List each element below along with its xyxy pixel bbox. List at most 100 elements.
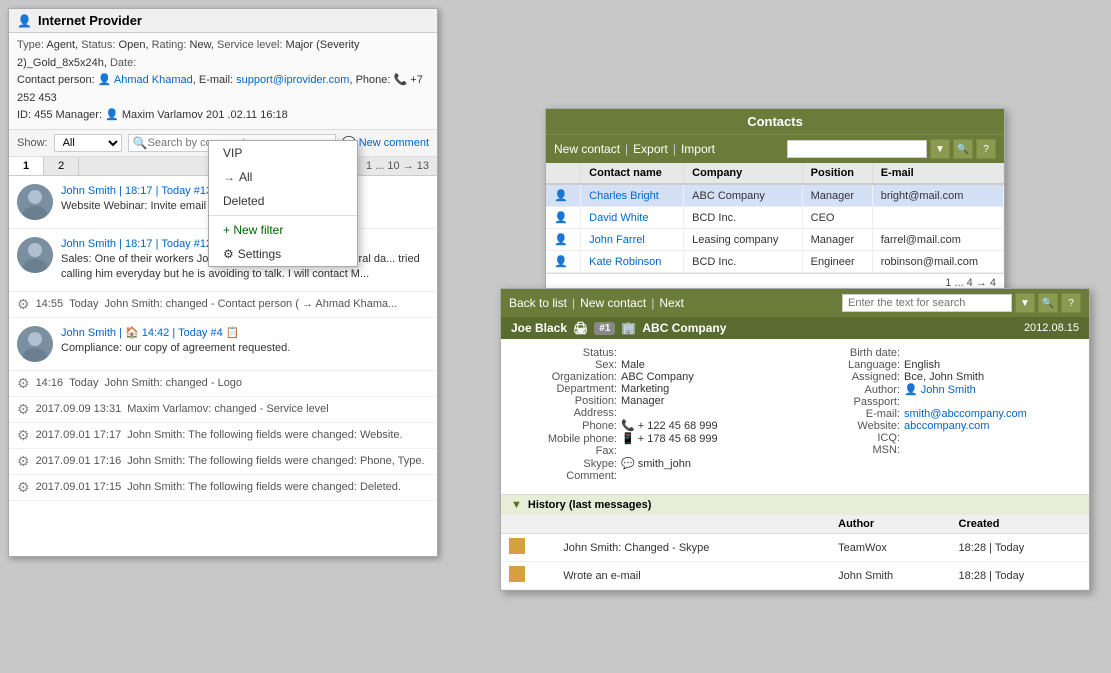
pos-value: Manager — [621, 395, 664, 407]
author-link[interactable]: John Smith — [921, 384, 976, 396]
search-icon-btn[interactable]: 🔍 — [1038, 293, 1058, 313]
dropdown-item-all[interactable]: All — [209, 165, 357, 189]
new-filter-item[interactable]: + New filter — [209, 218, 357, 242]
export-link[interactable]: Export — [633, 142, 668, 156]
history-expand-icon[interactable]: ▼ — [511, 499, 522, 511]
contacts-toolbar: New contact | Export | Import ▼ 🔍 ? — [546, 134, 1004, 163]
email-link[interactable]: support@iprovider.com — [236, 74, 349, 86]
show-select[interactable]: All VIP Deleted — [54, 134, 122, 152]
comment-item: John Smith | 🏠 14:42 | Today #4 📋 Compli… — [9, 318, 437, 371]
dept-value: Marketing — [621, 383, 669, 395]
manager-label: Manager: — [56, 109, 102, 121]
detail-search-input[interactable] — [842, 294, 1012, 312]
contact-name-cell[interactable]: John Farrel — [581, 229, 684, 251]
table-row[interactable]: 👤 John Farrel Leasing company Manager fa… — [546, 229, 1004, 251]
detail-right-col: Birth date: Language: English Assigned: … — [800, 347, 1073, 482]
person-icon: 👤 — [554, 234, 568, 246]
contact-name-link[interactable]: David White — [589, 212, 648, 224]
comment-text: Compliance: our copy of agreement reques… — [61, 341, 429, 356]
company-cell: BCD Inc. — [684, 251, 802, 273]
contacts-search-input[interactable] — [787, 140, 927, 158]
system-event-text: 2017.09.09 13:31 — [36, 403, 122, 415]
system-event-detail: John Smith: changed - Contact person ( →… — [104, 298, 397, 310]
detail-row-website: Website: abccompany.com — [800, 420, 1073, 432]
search-icon-btn[interactable]: 🔍 — [953, 139, 973, 159]
import-link[interactable]: Import — [681, 142, 715, 156]
detail-row-msn: MSN: — [800, 444, 1073, 456]
table-row[interactable]: 👤 Kate Robinson BCD Inc. Engineer robins… — [546, 251, 1004, 273]
detail-row-pos: Position: Manager — [517, 395, 790, 407]
col-icon[interactable] — [546, 163, 581, 184]
contact-name-link[interactable]: Charles Bright — [589, 190, 659, 202]
col-company[interactable]: Company — [684, 163, 802, 184]
detail-toolbar: Back to list | New contact | Next ▼ 🔍 ? — [501, 289, 1089, 317]
contact-detail-window: Back to list | New contact | Next ▼ 🔍 ? … — [500, 288, 1090, 591]
contact-name-cell[interactable]: Charles Bright — [581, 184, 684, 207]
system-event-detail: John Smith: The following fields were ch… — [127, 481, 401, 493]
row-icon: 👤 — [546, 229, 581, 251]
help-icon-btn[interactable]: ? — [976, 139, 996, 159]
back-to-list-link[interactable]: Back to list — [509, 296, 567, 310]
contact-name-cell[interactable]: David White — [581, 207, 684, 229]
filter-icon-btn[interactable]: ▼ — [930, 139, 950, 159]
detail-row-fax: Fax: — [517, 445, 790, 457]
tab-1[interactable]: 1 — [9, 157, 44, 175]
contact-name-link[interactable]: John Farrel — [589, 234, 645, 246]
website-link[interactable]: abccompany.com — [904, 420, 989, 432]
next-link[interactable]: Next — [659, 296, 684, 310]
comment-author[interactable]: John Smith — [61, 185, 116, 197]
skype-value: 💬 smith_john — [621, 457, 691, 470]
contact-name-link[interactable]: Kate Robinson — [589, 256, 661, 268]
detail-row-phone: Phone: 📞 + 122 45 68 999 — [517, 419, 790, 432]
table-row[interactable]: 👤 David White BCD Inc. CEO — [546, 207, 1004, 229]
comment-day: Today — [161, 238, 190, 250]
assigned-label: Assigned: — [800, 371, 900, 383]
comment-author[interactable]: John Smith — [61, 327, 116, 339]
table-row[interactable]: 👤 Charles Bright ABC Company Manager bri… — [546, 184, 1004, 207]
sex-label: Sex: — [517, 359, 617, 371]
row-icon: 👤 — [546, 207, 581, 229]
detail-date: 2012.08.15 — [1024, 322, 1079, 334]
ticket-date: 201 .02.11 16:18 — [206, 109, 288, 121]
system-event: ⚙ 2017.09.09 13:31 Maxim Varlamov: chang… — [9, 397, 437, 423]
comment-author[interactable]: John Smith — [61, 238, 116, 250]
detail-body: Status: Sex: Male Organization: ABC Comp… — [501, 339, 1089, 490]
contact-person-link[interactable]: Ahmad Khamad — [114, 74, 193, 86]
system-event: ⚙ 2017.09.01 17:15 John Smith: The follo… — [9, 475, 437, 501]
history-title: History (last messages) — [528, 499, 652, 511]
filter-icon-btn[interactable]: ▼ — [1015, 293, 1035, 313]
system-event-text: 2017.09.01 17:15 — [36, 481, 122, 493]
col-contact-name[interactable]: Contact name — [581, 163, 684, 184]
history-row[interactable]: Wrote an e-mail John Smith 18:28 | Today — [501, 562, 1089, 590]
new-contact-link[interactable]: New contact — [580, 296, 646, 310]
new-contact-link[interactable]: New contact — [554, 142, 620, 156]
hist-author-cell: TeamWox — [830, 534, 950, 562]
row-icon: 👤 — [546, 251, 581, 273]
company-cell: Leasing company — [684, 229, 802, 251]
history-row[interactable]: John Smith: Changed - Skype TeamWox 18:2… — [501, 534, 1089, 562]
dropdown-item-deleted[interactable]: Deleted — [209, 189, 357, 213]
hist-col-icon — [501, 515, 555, 534]
dropdown-item-vip[interactable]: VIP — [209, 141, 357, 165]
avatar — [17, 184, 53, 220]
detail-row-birthdate: Birth date: — [800, 347, 1073, 359]
hist-col-created[interactable]: Created — [951, 515, 1089, 534]
email-label: E-mail: — [199, 74, 233, 86]
contact-name-cell[interactable]: Kate Robinson — [581, 251, 684, 273]
hist-author-cell: John Smith — [830, 562, 950, 590]
contacts-search: ▼ 🔍 ? — [787, 139, 996, 159]
col-email[interactable]: E-mail — [872, 163, 1003, 184]
language-value: English — [904, 359, 940, 371]
email-link[interactable]: smith@abccompany.com — [904, 408, 1027, 420]
show-label: Show: — [17, 137, 48, 149]
ticket-status: Open — [119, 39, 146, 51]
detail-history: ▼ History (last messages) Author Created… — [501, 494, 1089, 590]
id-label: ID: — [17, 109, 31, 121]
hist-col-author[interactable]: Author — [830, 515, 950, 534]
settings-item[interactable]: ⚙ Settings — [209, 242, 357, 266]
separator: | — [651, 296, 654, 310]
col-position[interactable]: Position — [802, 163, 872, 184]
help-icon-btn[interactable]: ? — [1061, 293, 1081, 313]
hist-col-text[interactable] — [555, 515, 830, 534]
tab-2[interactable]: 2 — [44, 157, 79, 175]
